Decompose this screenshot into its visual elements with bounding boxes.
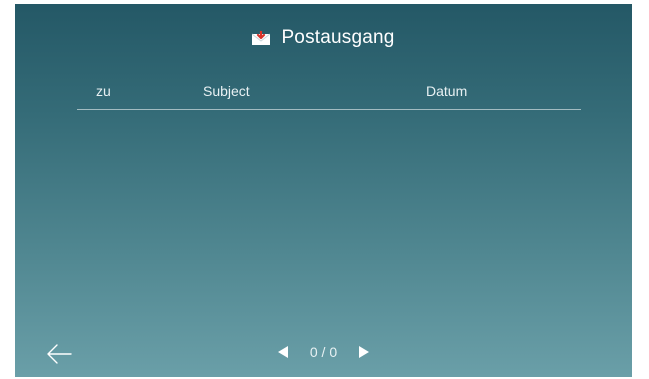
triangle-left-icon [277,346,288,358]
column-header-date: Datum [426,83,468,99]
header-divider [77,109,581,110]
page-indicator: 0 / 0 [309,344,338,360]
column-header-subject: Subject [203,83,250,99]
header: Postausgang [15,24,632,52]
pagination: 0 / 0 [15,340,632,364]
mail-icon [252,29,271,45]
previous-page-button[interactable] [276,344,290,360]
next-page-button[interactable] [357,344,371,360]
page-title: Postausgang [281,27,395,48]
outbox-screen: Postausgang zu Subject Datum 0 / 0 [15,4,632,377]
message-list [77,112,581,332]
column-header-to: zu [96,83,111,99]
triangle-right-icon [359,346,370,358]
